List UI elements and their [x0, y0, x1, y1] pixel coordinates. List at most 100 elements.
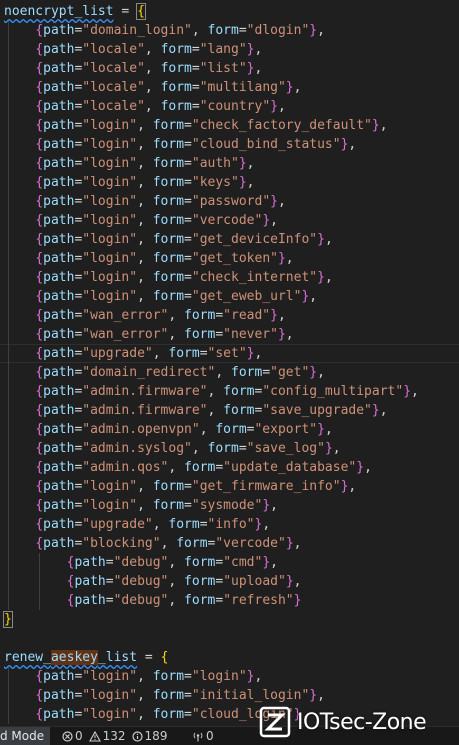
equals: =	[184, 498, 192, 513]
code-editor[interactable]: noencrypt_list = { {path="domain_login",…	[0, 0, 459, 726]
trailing-comma: ,	[317, 365, 325, 380]
path-value: "login"	[82, 270, 138, 285]
comma: ,	[137, 251, 153, 266]
equals: =	[105, 593, 114, 608]
entry-open-brace: {	[35, 479, 44, 494]
code-line[interactable]: {path="domain_login", form="dlogin"},	[4, 21, 325, 40]
code-line[interactable]: {path="login", form="get_firmware_info"}…	[4, 477, 356, 496]
path-key: path	[43, 156, 75, 171]
assign-operator: =	[137, 650, 161, 665]
code-line[interactable]: {path="login", form="check_factory_defau…	[4, 116, 387, 135]
code-line[interactable]: {path="admin.firmware", form="config_mul…	[4, 382, 419, 401]
code-line[interactable]: {path="login", form="cloud_bind_status"}…	[4, 135, 356, 154]
form-key: form	[152, 498, 185, 513]
code-line[interactable]: }	[3, 610, 13, 629]
comma: ,	[137, 232, 153, 247]
code-line[interactable]: {path="login", form="login"},	[4, 667, 262, 686]
equals: =	[191, 42, 200, 57]
code-line[interactable]: {path="upgrade", form="set"},	[4, 344, 262, 363]
code-line[interactable]: {path="login", form="password"},	[4, 192, 286, 211]
status-mode[interactable]: d Mode	[0, 727, 51, 745]
path-value: "locale"	[82, 80, 145, 95]
code-line[interactable]: {path="login", form="auth"},	[4, 154, 254, 173]
path-key: path	[43, 460, 75, 475]
form-value: "config_multipart"	[262, 384, 404, 399]
path-key: path	[43, 536, 75, 551]
code-line[interactable]: {path="login", form="check_internet"},	[4, 268, 332, 287]
path-key: path	[43, 289, 75, 304]
entry-open-brace: {	[35, 137, 44, 152]
path-key: path	[43, 99, 75, 114]
assign-operator: =	[113, 4, 138, 19]
form-key: form	[207, 441, 239, 456]
trailing-comma: ,	[285, 251, 294, 266]
code-line[interactable]: {path="login", form="sysmode"},	[4, 496, 278, 515]
entry-open-brace: {	[35, 308, 44, 323]
trailing-comma: ,	[309, 289, 318, 304]
code-line[interactable]: {path="blocking", form="vercode"},	[4, 534, 301, 553]
entry-open-brace: {	[35, 441, 44, 456]
code-line[interactable]: noencrypt_list = {	[4, 2, 146, 21]
entry-close-brace: }	[238, 175, 247, 190]
path-key: path	[43, 42, 75, 57]
form-value: "vercode"	[215, 536, 286, 551]
equals: =	[184, 118, 192, 133]
code-line[interactable]: {path="login", form="vercode"},	[4, 211, 278, 230]
comma: ,	[152, 346, 169, 361]
code-line[interactable]: {path="login", form="get_deviceInfo"},	[4, 230, 333, 249]
trailing-comma: ,	[324, 232, 333, 247]
path-key: path	[43, 498, 75, 513]
code-line[interactable]: {path="wan_error", form="never"},	[4, 325, 293, 344]
code-line[interactable]: {path="debug", form="upload"},	[4, 572, 302, 591]
comma: ,	[191, 23, 208, 38]
form-value: "get_firmware_info"	[191, 479, 341, 494]
code-line[interactable]: {path="upgrade", form="info"},	[4, 515, 270, 534]
close-brace: }	[3, 611, 13, 628]
code-line[interactable]: {path="admin.qos", form="update_database…	[4, 458, 372, 477]
code-line[interactable]: {path="admin.syslog", form="save_log"},	[4, 439, 340, 458]
entry-open-brace: {	[35, 23, 44, 38]
path-key: path	[43, 384, 75, 399]
comma: ,	[137, 479, 153, 494]
path-value: "locale"	[82, 42, 145, 57]
ports-indicator[interactable]: 0	[192, 727, 214, 745]
form-value: "multilang"	[199, 80, 286, 95]
form-key: form	[184, 308, 216, 323]
code-line[interactable]: renew_aeskey_list = {	[4, 648, 168, 667]
entry-open-brace: {	[35, 175, 44, 190]
comma: ,	[137, 289, 153, 304]
problems-indicator[interactable]: 0 132 189	[62, 727, 167, 745]
path-key: path	[43, 441, 75, 456]
variable-name-part: _list	[97, 650, 138, 665]
entry-open-brace: {	[35, 232, 44, 247]
path-value: "debug"	[113, 593, 169, 608]
form-value: "sysmode"	[191, 498, 263, 513]
entry-close-brace: }	[246, 42, 255, 57]
code-line[interactable]: {path="locale", form="list"},	[4, 59, 262, 78]
code-line[interactable]: {path="locale", form="multilang"},	[4, 78, 301, 97]
code-line[interactable]: {path="login", form="keys"},	[4, 173, 254, 192]
code-line[interactable]: {path="wan_error", form="read"},	[4, 306, 285, 325]
code-line[interactable]: {path="debug", form="cmd"},	[4, 553, 278, 572]
entry-close-brace: }	[262, 213, 271, 228]
path-value: "login"	[82, 118, 138, 133]
code-line[interactable]: {path="admin.openvpn", form="export"},	[4, 420, 332, 439]
form-key: form	[223, 384, 255, 399]
code-line[interactable]: {path="admin.firmware", form="save_upgra…	[4, 401, 387, 420]
code-line[interactable]: {path="login", form="get_token"},	[4, 249, 294, 268]
equals: =	[215, 327, 224, 342]
form-key: form	[152, 156, 185, 171]
code-line[interactable]: {path="locale", form="country"},	[4, 97, 286, 116]
equals: =	[262, 365, 271, 380]
code-line[interactable]: {path="domain_redirect", form="get"},	[4, 363, 325, 382]
code-line[interactable]: {path="locale", form="lang"},	[4, 40, 262, 59]
equals: =	[184, 156, 192, 171]
entry-close-brace: }	[317, 232, 325, 247]
code-line[interactable]: {path="login", form="get_eweb_url"},	[4, 287, 317, 306]
code-line[interactable]: {path="debug", form="refresh"}	[4, 591, 302, 610]
trailing-comma: ,	[411, 384, 419, 399]
